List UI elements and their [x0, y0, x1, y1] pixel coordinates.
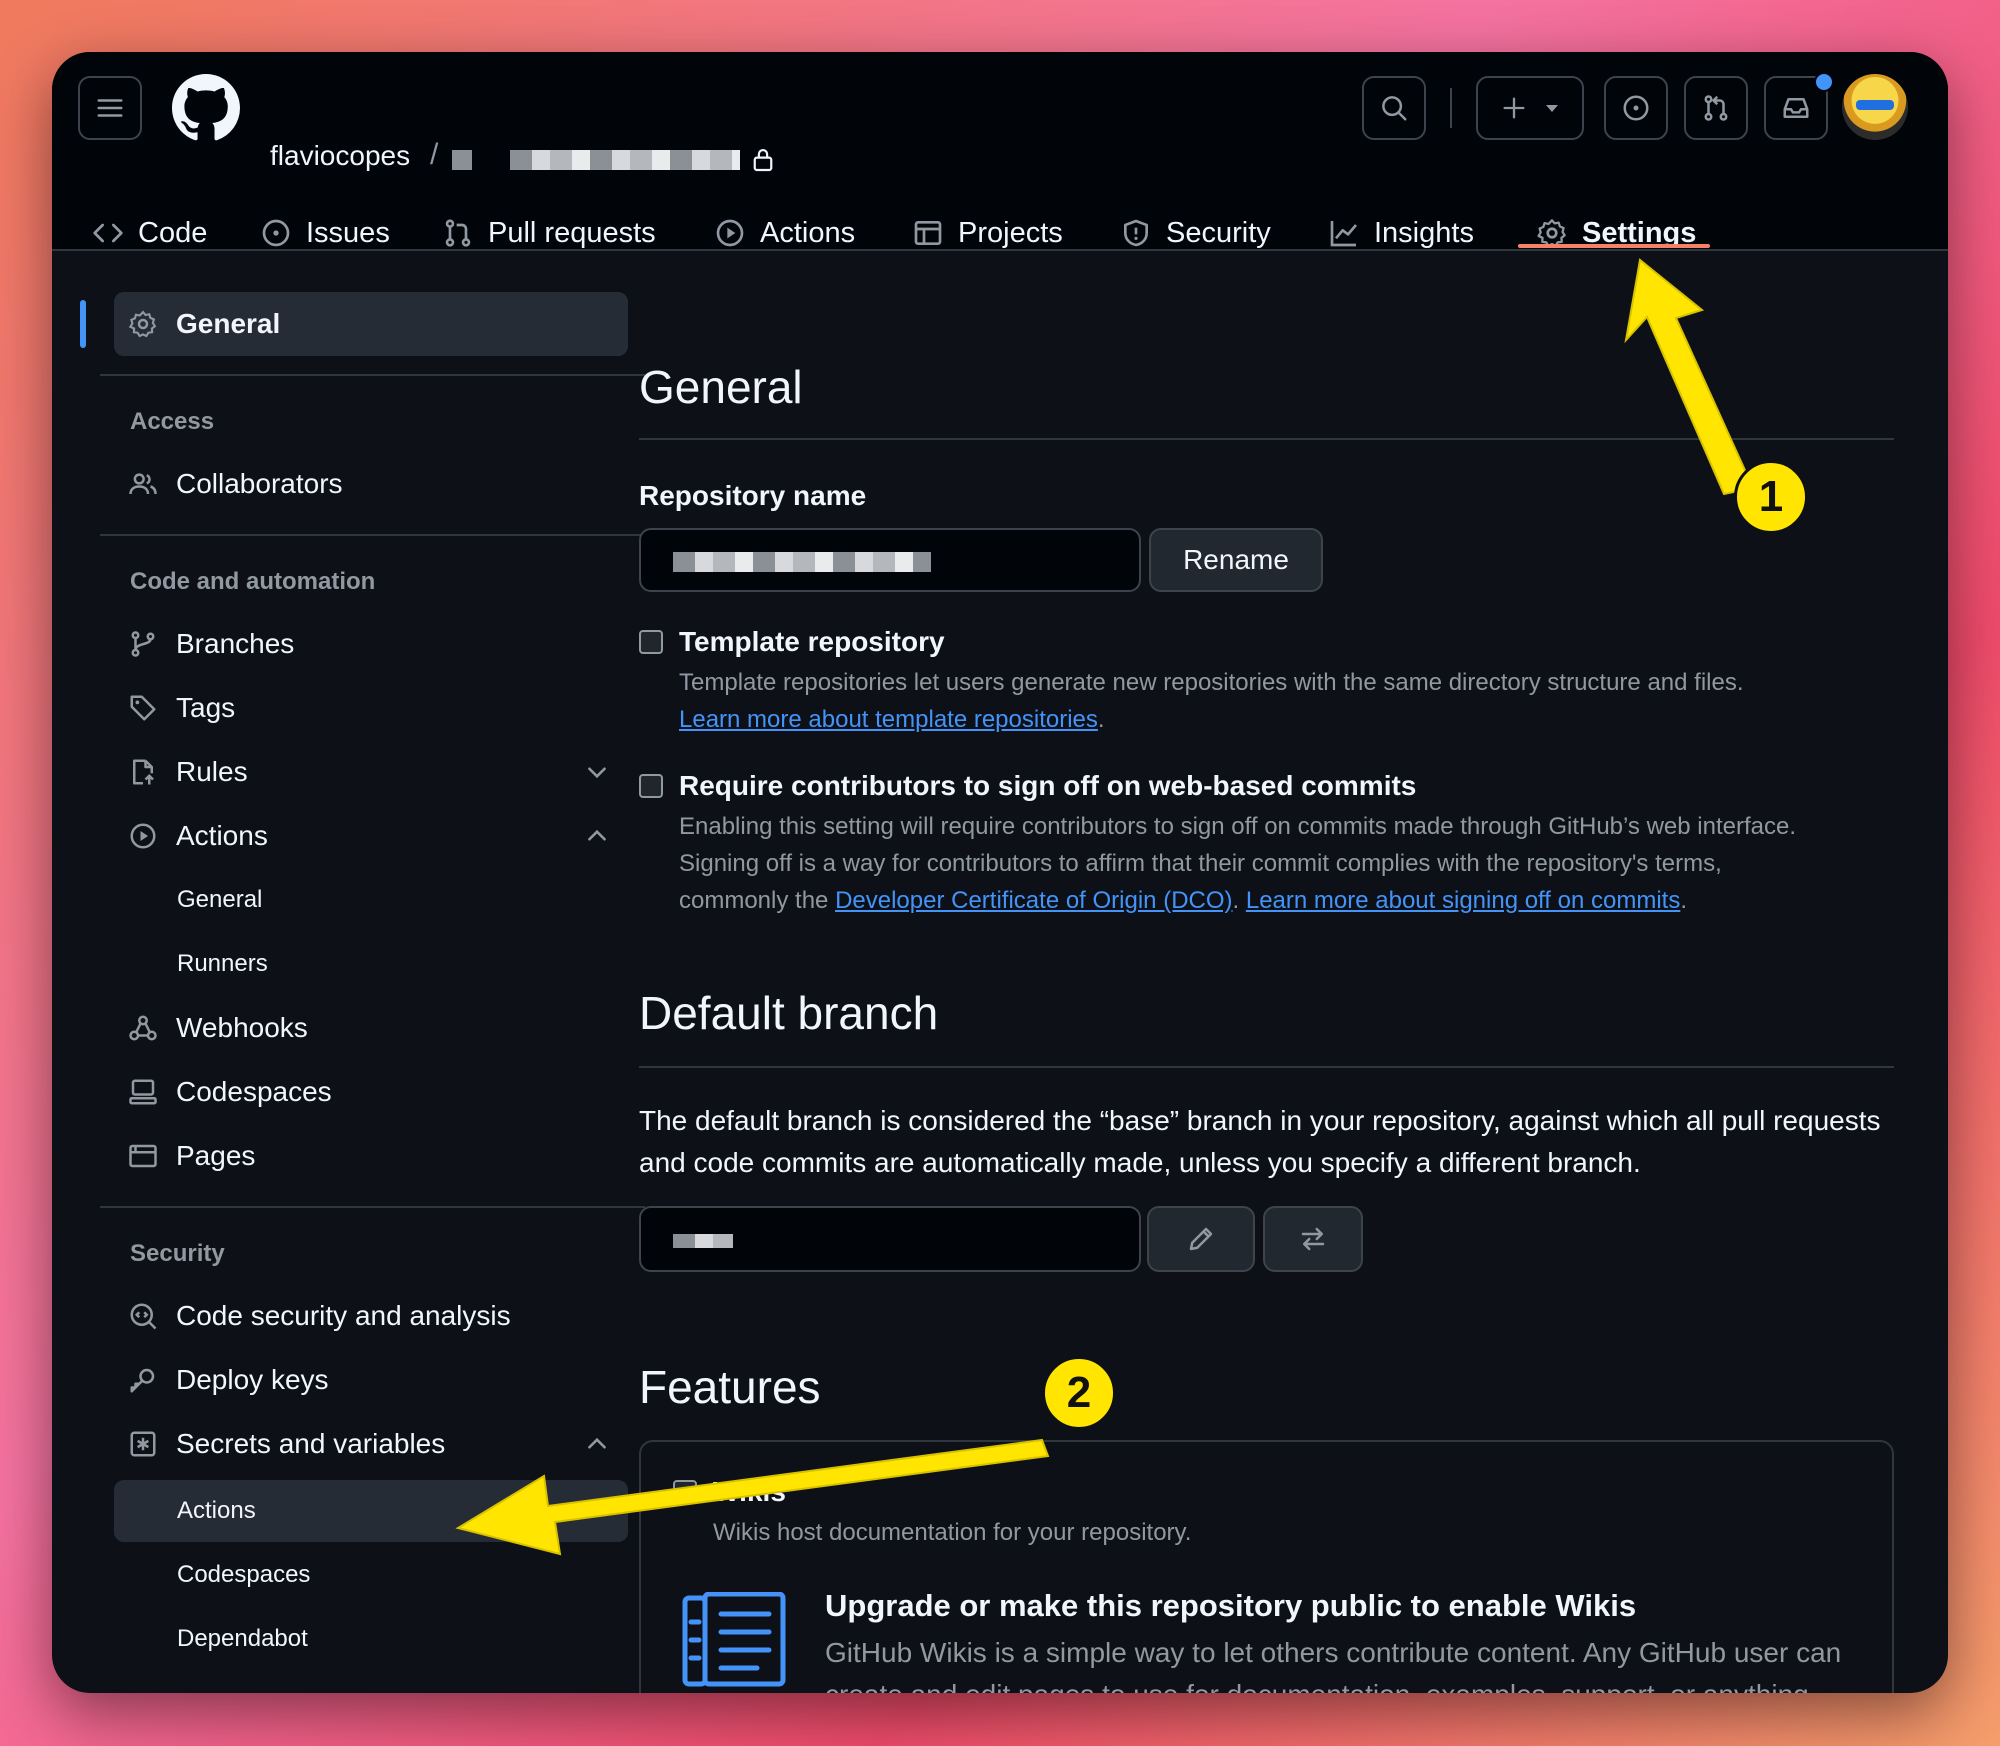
annotation-arrow-1	[1624, 258, 1755, 496]
annotation-badge-1: 1	[1734, 460, 1808, 534]
annotation-arrow-2	[455, 1438, 1050, 1556]
browser-window: flaviocopes / Code Issues Pull requests …	[52, 52, 1948, 1693]
annotation-arrows	[455, 258, 1755, 1556]
annotation-badge-2: 2	[1042, 1356, 1116, 1430]
